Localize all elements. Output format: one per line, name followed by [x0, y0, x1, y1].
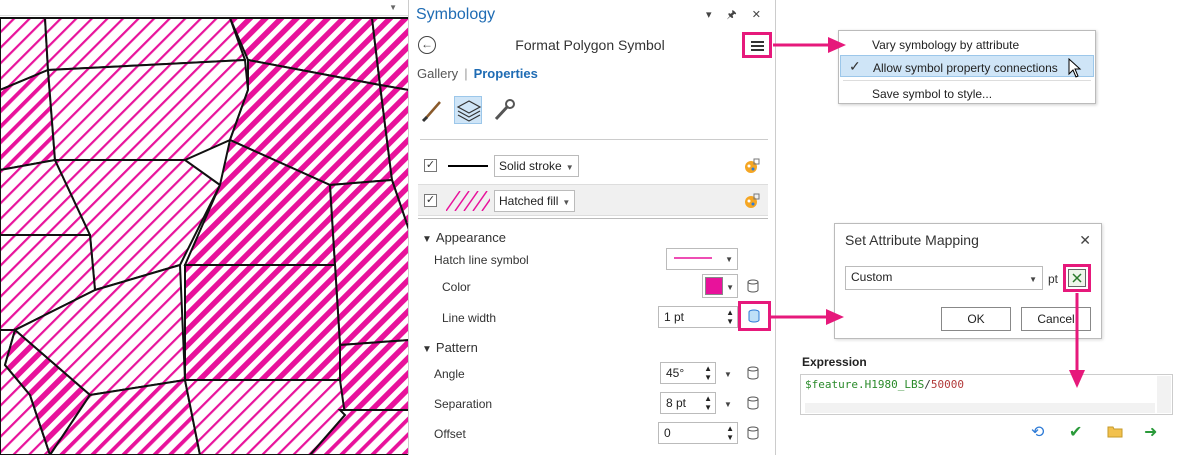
wrench-icon[interactable]	[490, 96, 518, 124]
check-icon: ✓	[849, 58, 861, 74]
map-canvas[interactable]	[0, 0, 409, 455]
offset-label: Offset	[434, 427, 466, 441]
close-icon[interactable]: ✕	[1079, 232, 1091, 249]
expression-number: 50000	[930, 378, 964, 391]
symbology-pane: Symbology ▾ 🖈 ✕ ← Format Polygon Symbol …	[410, 0, 776, 455]
undo-icon[interactable]: ⟲	[1031, 422, 1044, 442]
layer-type-label: Solid stroke	[499, 159, 562, 173]
database-icon[interactable]	[746, 396, 760, 410]
ok-button[interactable]: OK	[941, 307, 1011, 331]
color-picker[interactable]: ▼	[702, 274, 738, 298]
pattern-heading-label: Pattern	[435, 340, 478, 355]
hatch-swatch	[445, 190, 497, 212]
palette-lock-icon[interactable]	[744, 193, 760, 209]
arrow-right-icon[interactable]: ➜	[1144, 422, 1157, 442]
brush-icon[interactable]	[420, 96, 448, 124]
vertical-scrollbar[interactable]	[1157, 376, 1171, 413]
spinner[interactable]: ▲ ▼	[726, 308, 734, 326]
expression-operator: /	[924, 378, 931, 391]
chevron-down-icon[interactable]: ▼	[724, 370, 732, 379]
expression-editor[interactable]: $feature.H1980_LBS/50000	[800, 374, 1173, 415]
color-swatch	[705, 277, 723, 295]
spinner[interactable]: ▲ ▼	[704, 364, 712, 382]
expression-panel: Expression $feature.H1980_LBS/50000 ⟲ ✔ …	[797, 349, 1179, 455]
horizontal-scrollbar[interactable]	[805, 403, 1155, 413]
hatch-line-label: Hatch line symbol	[434, 253, 529, 267]
palette-lock-icon[interactable]	[744, 158, 760, 174]
layer-checkbox[interactable]: ✓	[424, 194, 437, 207]
database-icon[interactable]	[747, 309, 761, 323]
appearance-heading-label: Appearance	[435, 230, 507, 245]
folder-icon[interactable]	[1107, 425, 1123, 441]
chevron-down-icon: ▼	[726, 283, 734, 292]
separation-value: 8 pt	[666, 396, 687, 410]
layer-row-fill[interactable]: ✓ Hatched fill ▼	[418, 184, 768, 216]
angle-label: Angle	[434, 367, 465, 381]
map-toolbar: ▼	[0, 0, 408, 16]
line-width-value: 1 pt	[664, 310, 685, 324]
pane-controls[interactable]: ▾ 🖈 ✕	[706, 6, 767, 25]
layer-row-stroke[interactable]: ✓ Solid stroke ▼	[418, 150, 768, 182]
appearance-heading[interactable]: ▼ Appearance	[422, 230, 506, 245]
spinner[interactable]: ▲ ▼	[704, 394, 712, 412]
separation-label: Separation	[434, 397, 493, 411]
tab-gallery[interactable]: Gallery	[417, 66, 458, 81]
options-menu-button[interactable]	[742, 32, 772, 58]
color-label: Color	[442, 280, 471, 294]
format-title: Format Polygon Symbol	[515, 37, 665, 53]
layer-checkbox[interactable]: ✓	[424, 159, 437, 172]
database-icon[interactable]	[746, 426, 760, 440]
line-width-input[interactable]: 1 pt ▲ ▼	[658, 306, 738, 328]
cursor-icon	[1068, 57, 1082, 81]
tab-properties[interactable]: Properties	[474, 66, 538, 81]
pane-title: Symbology	[416, 6, 496, 23]
angle-value: 45°	[666, 366, 685, 380]
layer-type-select[interactable]: Hatched fill ▼	[494, 190, 576, 212]
menu-item-vary-symbology[interactable]: Vary symbology by attribute	[840, 33, 1094, 55]
symbol-tool-row	[420, 96, 770, 140]
expression-builder-icon[interactable]	[1068, 269, 1086, 287]
options-context-menu: Vary symbology by attribute ✓ Allow symbo…	[838, 30, 1096, 104]
attribute-mapping-dialog: Set Attribute Mapping ✕ Custom ▼ pt OK C…	[834, 223, 1102, 339]
verify-icon[interactable]: ✔	[1069, 422, 1082, 442]
layer-type-label: Hatched fill	[499, 194, 559, 208]
separation-input[interactable]: 8 pt ▲ ▼	[660, 392, 716, 414]
menu-item-label: Save symbol to style...	[872, 87, 993, 101]
database-icon[interactable]	[746, 366, 760, 380]
menu-item-allow-connections[interactable]: ✓ Allow symbol property connections	[840, 55, 1094, 77]
spinner[interactable]: ▲ ▼	[726, 424, 734, 442]
expression-field: $feature.H1980_LBS	[805, 378, 925, 391]
chevron-down-icon: ▼	[725, 255, 733, 264]
unit-label: pt	[1048, 272, 1059, 286]
stroke-swatch	[446, 156, 490, 176]
mapping-type-value: Custom	[851, 270, 893, 284]
dialog-title: Set Attribute Mapping	[845, 232, 979, 248]
chevron-down-icon[interactable]: ▼	[724, 400, 732, 409]
layer-type-select[interactable]: Solid stroke ▼	[494, 155, 579, 177]
offset-value: 0	[664, 426, 671, 440]
chevron-down-icon: ▼	[1029, 275, 1037, 284]
menu-icon	[751, 41, 764, 43]
mapping-type-select[interactable]: Custom ▼	[845, 266, 1043, 290]
layers-icon[interactable]	[454, 96, 482, 124]
expression-title: Expression	[802, 355, 867, 369]
offset-input[interactable]: 0 ▲ ▼	[658, 422, 738, 444]
menu-item-label: Allow symbol property connections	[873, 61, 1058, 75]
menu-item-label: Vary symbology by attribute	[872, 38, 1020, 52]
map-view[interactable]: ▼	[0, 0, 409, 455]
hatch-line-picker[interactable]: ▼	[666, 248, 738, 270]
cancel-button[interactable]: Cancel	[1021, 307, 1091, 331]
tab-bar: Gallery | Properties	[417, 66, 538, 81]
menu-item-save-style[interactable]: Save symbol to style...	[840, 82, 1094, 104]
chevron-down-icon[interactable]: ▼	[389, 3, 397, 12]
line-width-label: Line width	[442, 311, 497, 325]
angle-input[interactable]: 45° ▲ ▼	[660, 362, 716, 384]
pattern-heading[interactable]: ▼ Pattern	[422, 340, 478, 355]
database-icon[interactable]	[746, 279, 760, 293]
